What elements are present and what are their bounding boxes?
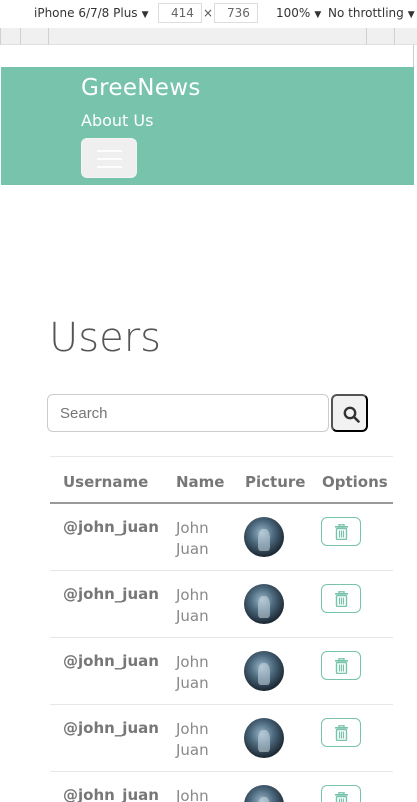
name-cell: John Juan <box>176 653 209 692</box>
ruler-segment[interactable] <box>394 28 417 45</box>
throttling-label: No throttling <box>328 6 404 20</box>
trash-icon <box>335 725 348 741</box>
ruler-segment[interactable] <box>20 28 48 45</box>
avatar <box>244 651 284 691</box>
delete-button[interactable] <box>321 584 361 613</box>
username-cell: @john_juan <box>63 719 159 737</box>
users-table: Username Name Picture Options @john_juan… <box>50 456 393 802</box>
ruler-segment[interactable] <box>0 28 20 45</box>
username-cell: @john_juan <box>63 652 159 670</box>
chevron-down-icon: ▼ <box>407 10 415 20</box>
chevron-down-icon: ▼ <box>314 10 322 20</box>
search-button[interactable] <box>331 394 368 432</box>
throttling-select[interactable]: No throttling ▼ <box>328 6 415 20</box>
nav-link-about[interactable]: About Us <box>81 111 153 130</box>
avatar <box>244 584 284 624</box>
trash-icon <box>335 792 348 802</box>
username-cell: @john_juan <box>63 786 159 802</box>
height-field[interactable]: 736 <box>214 3 258 23</box>
hamburger-icon <box>97 166 122 168</box>
delete-button[interactable] <box>321 718 361 747</box>
chevron-down-icon: ▼ <box>141 10 149 20</box>
times-icon: × <box>203 6 214 20</box>
device-select[interactable]: iPhone 6/7/8 Plus ▼ <box>34 6 148 20</box>
column-header-username: Username <box>63 473 149 491</box>
emulated-viewport: GreeNews About Us Users Username Name Pi… <box>1 67 414 802</box>
avatar <box>244 785 284 802</box>
trash-icon <box>335 524 348 540</box>
delete-button[interactable] <box>321 785 361 802</box>
devtools-device-toolbar: iPhone 6/7/8 Plus ▼ 414 × 736 100% ▼ No th… <box>0 0 417 28</box>
hamburger-icon <box>97 150 122 152</box>
search-input[interactable] <box>47 394 329 432</box>
name-cell: John Juan <box>176 519 209 558</box>
trash-icon <box>335 591 348 607</box>
name-cell: John Juan <box>176 787 209 802</box>
table-header: Username Name Picture Options <box>50 456 393 504</box>
zoom-label: 100% <box>276 6 311 20</box>
viewport-gutter <box>0 45 417 67</box>
avatar <box>244 718 284 758</box>
trash-icon <box>335 658 348 674</box>
ruler-segment[interactable] <box>366 28 394 45</box>
width-field[interactable]: 414 <box>158 3 202 23</box>
column-header-picture: Picture <box>245 473 306 491</box>
username-cell: @john_juan <box>63 585 159 603</box>
avatar <box>244 517 284 557</box>
table-row: @john_juan John Juan <box>50 705 393 772</box>
zoom-select[interactable]: 100% ▼ <box>276 6 321 20</box>
media-query-ruler[interactable] <box>0 28 417 45</box>
username-cell: @john_juan <box>63 518 159 536</box>
delete-button[interactable] <box>321 651 361 680</box>
hamburger-icon <box>97 158 122 160</box>
name-cell: John Juan <box>176 720 209 759</box>
table-row: @john_juan John Juan <box>50 772 393 802</box>
ruler-segment[interactable] <box>48 28 366 45</box>
name-cell: John Juan <box>176 586 209 625</box>
table-row: @john_juan John Juan <box>50 571 393 638</box>
column-header-options: Options <box>322 473 388 491</box>
page-title: Users <box>49 315 162 361</box>
brand-link[interactable]: GreeNews <box>81 75 201 101</box>
navbar-toggler-button[interactable] <box>81 138 137 178</box>
delete-button[interactable] <box>321 517 361 546</box>
table-row: @john_juan John Juan <box>50 638 393 705</box>
column-header-name: Name <box>176 473 225 491</box>
search-icon <box>343 406 360 423</box>
device-label: iPhone 6/7/8 Plus <box>34 6 138 20</box>
table-row: @john_juan John Juan <box>50 504 393 571</box>
navbar: GreeNews About Us <box>1 67 414 185</box>
